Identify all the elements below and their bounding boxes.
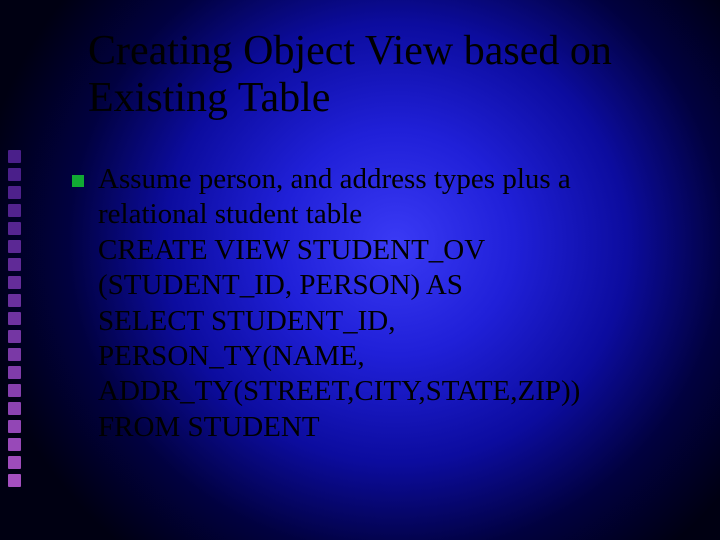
code-line: CREATE VIEW STUDENT_OV <box>98 233 670 268</box>
decoration-square <box>8 186 21 199</box>
decoration-square <box>8 150 21 163</box>
code-line: FROM STUDENT <box>98 410 670 445</box>
decoration-square <box>8 384 21 397</box>
code-line: ADDR_TY(STREET,CITY,STATE,ZIP)) <box>98 374 670 409</box>
square-bullet-icon <box>72 175 84 187</box>
decoration-square <box>8 402 21 415</box>
slide: Creating Object View based on Existing T… <box>0 0 720 540</box>
decoration-square <box>8 312 21 325</box>
decoration-square <box>8 474 21 487</box>
decoration-square <box>8 276 21 289</box>
decoration-square <box>8 456 21 469</box>
decoration-square <box>8 348 21 361</box>
decoration-square <box>8 204 21 217</box>
slide-title: Creating Object View based on Existing T… <box>88 28 680 122</box>
code-line: PERSON_TY(NAME, <box>98 339 670 374</box>
decoration-square <box>8 438 21 451</box>
decoration-square <box>8 168 21 181</box>
decoration-square <box>8 240 21 253</box>
decoration-square <box>8 330 21 343</box>
decoration-square <box>8 222 21 235</box>
decoration-square <box>8 258 21 271</box>
code-line: (STUDENT_ID, PERSON) AS <box>98 268 670 303</box>
slide-body: Assume person, and address types plus a … <box>98 162 670 445</box>
left-square-decoration <box>8 150 22 487</box>
decoration-square <box>8 420 21 433</box>
decoration-square <box>8 366 21 379</box>
bullet-text: Assume person, and address types plus a … <box>98 162 670 233</box>
decoration-square <box>8 294 21 307</box>
code-line: SELECT STUDENT_ID, <box>98 304 670 339</box>
bullet-item: Assume person, and address types plus a … <box>98 162 670 233</box>
